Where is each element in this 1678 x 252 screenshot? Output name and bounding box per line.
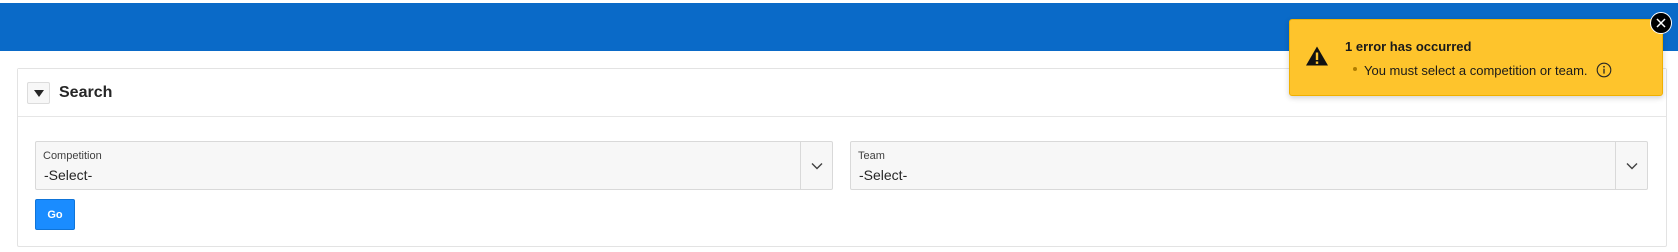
notification-message-list: You must select a competition or team.	[1351, 62, 1612, 78]
notification-title: 1 error has occurred	[1345, 39, 1472, 54]
close-icon	[1656, 18, 1666, 28]
team-value: -Select-	[859, 167, 908, 183]
app-window: Search Competition -Select- Team -Select…	[0, 0, 1678, 252]
competition-label: Competition	[43, 150, 102, 162]
triangle-down-icon	[33, 89, 44, 97]
team-select[interactable]: Team -Select-	[850, 141, 1648, 190]
competition-dropdown-toggle[interactable]	[800, 142, 832, 189]
notification-close-button[interactable]	[1650, 12, 1672, 34]
warning-icon	[1306, 46, 1328, 66]
info-icon[interactable]	[1596, 62, 1612, 78]
competition-select[interactable]: Competition -Select-	[35, 141, 833, 190]
chevron-down-icon	[1626, 162, 1637, 169]
notification-message-text: You must select a competition or team.	[1364, 62, 1588, 78]
team-dropdown-toggle[interactable]	[1615, 142, 1647, 189]
team-label: Team	[858, 150, 885, 162]
error-notification: 1 error has occurred You must select a c…	[1289, 19, 1663, 96]
region-title: Search	[59, 84, 113, 101]
notification-message: You must select a competition or team.	[1351, 62, 1612, 78]
collapse-toggle-button[interactable]	[27, 82, 50, 104]
go-button[interactable]: Go	[35, 199, 75, 230]
chevron-down-icon	[811, 162, 822, 169]
competition-value: -Select-	[44, 167, 93, 183]
bullet	[1353, 67, 1357, 71]
